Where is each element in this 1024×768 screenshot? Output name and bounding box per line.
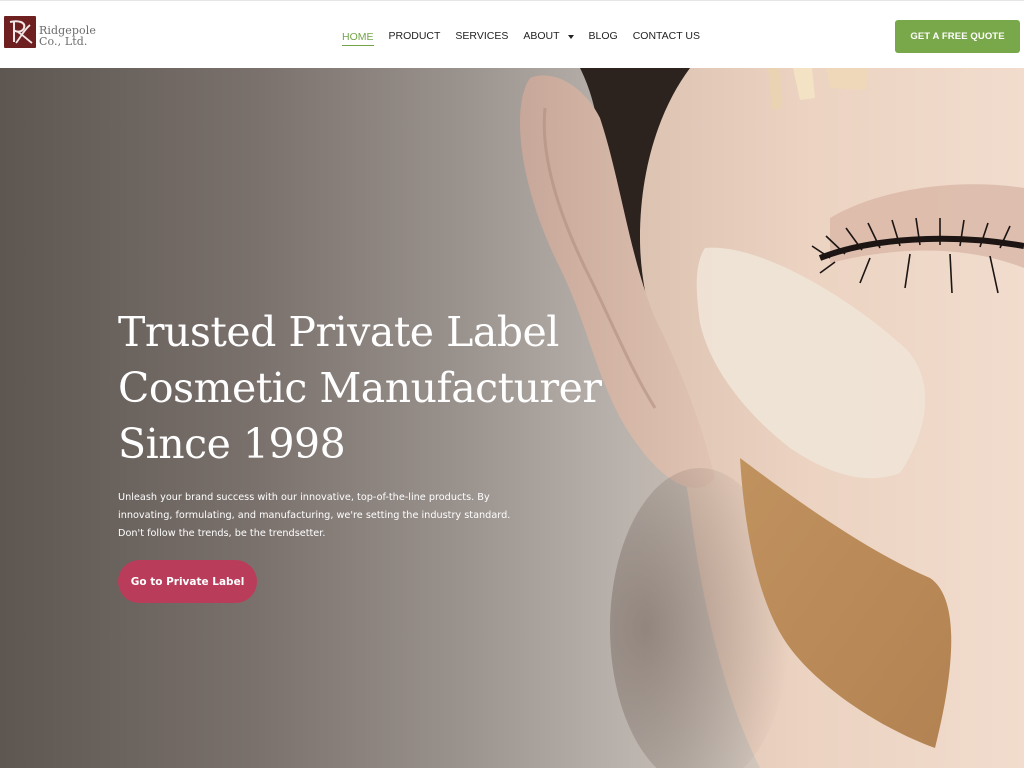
- hero-description: Unleash your brand success with our inno…: [118, 489, 538, 543]
- nav-item-product[interactable]: PRODUCT: [389, 26, 441, 46]
- logo-monogram-icon: [4, 16, 36, 48]
- hero-description-line: Unleash your brand success with our inno…: [118, 492, 490, 503]
- brand-name-line2: Co., Ltd.: [39, 35, 88, 48]
- go-to-private-label-button[interactable]: Go to Private Label: [118, 560, 257, 603]
- main-nav: HOME PRODUCT SERVICES ABOUT BLOG CONTACT…: [342, 26, 715, 46]
- hero-title-line: Since 1998: [118, 420, 346, 468]
- chevron-down-icon: [567, 34, 574, 39]
- get-free-quote-button[interactable]: GET A FREE QUOTE: [895, 20, 1020, 53]
- hero-section: Trusted Private Label Cosmetic Manufactu…: [0, 68, 1024, 768]
- nav-item-home[interactable]: HOME: [342, 29, 374, 46]
- nav-item-blog[interactable]: BLOG: [589, 26, 618, 46]
- nav-item-about-label: ABOUT: [523, 30, 560, 42]
- nav-item-about[interactable]: ABOUT: [523, 26, 574, 46]
- nav-item-services[interactable]: SERVICES: [455, 26, 508, 46]
- hero-title-line: Cosmetic Manufacturer: [118, 364, 602, 412]
- site-header: Ridgepole Co., Ltd. HOME PRODUCT SERVICE…: [0, 0, 1024, 68]
- nav-item-contact-us[interactable]: CONTACT US: [633, 26, 700, 46]
- brand-name: Ridgepole Co., Ltd.: [39, 25, 96, 47]
- hero-description-line: innovating, formulating, and manufacturi…: [118, 510, 511, 521]
- hero-title-line: Trusted Private Label: [118, 308, 559, 356]
- brand-logo[interactable]: Ridgepole Co., Ltd.: [4, 16, 96, 48]
- hero-description-line: Don't follow the trends, be the trendset…: [118, 528, 326, 539]
- hero-title: Trusted Private Label Cosmetic Manufactu…: [118, 304, 678, 472]
